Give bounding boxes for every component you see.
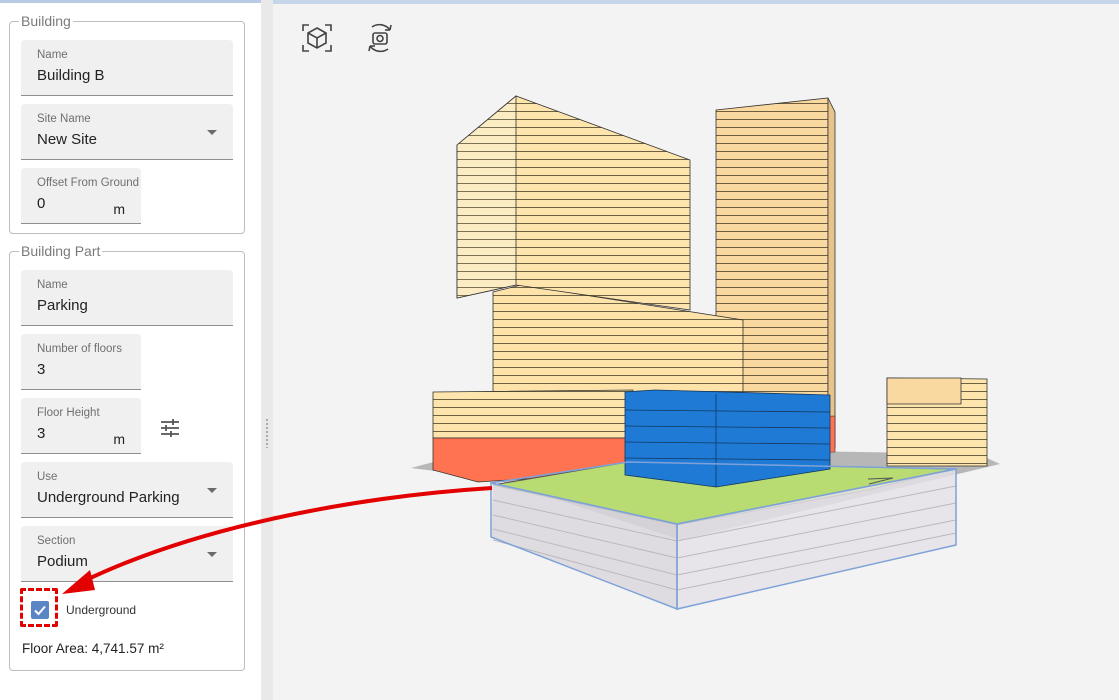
annotation-arrowhead: [62, 570, 95, 594]
annotation-highlight-box: [20, 588, 58, 627]
annotation-overlay: [62, 486, 493, 594]
annotation-arrow: [81, 486, 493, 584]
